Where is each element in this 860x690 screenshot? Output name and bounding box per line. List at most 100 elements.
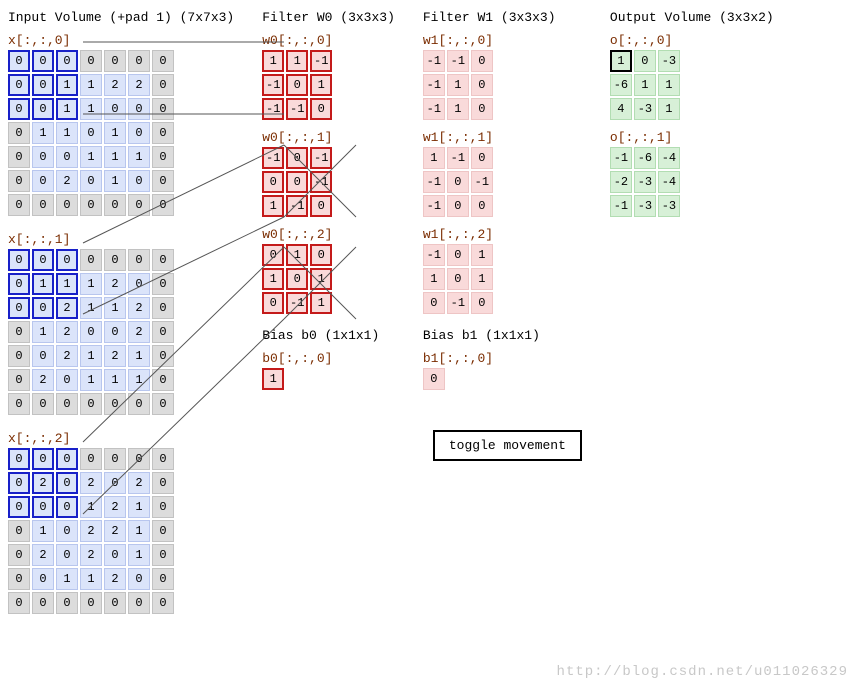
cell: 2 <box>128 74 150 96</box>
cell: 2 <box>56 170 78 192</box>
cell: 1 <box>658 98 680 120</box>
cell: -1 <box>310 147 332 169</box>
cell: 2 <box>56 297 78 319</box>
cell: 0 <box>262 171 284 193</box>
cell: 0 <box>104 50 126 72</box>
cell: -4 <box>658 171 680 193</box>
cell: 1 <box>262 195 284 217</box>
cell: 0 <box>128 122 150 144</box>
cell: 0 <box>128 568 150 590</box>
cell: 2 <box>80 544 102 566</box>
cell: 0 <box>152 249 174 271</box>
grid: -1-6-4-2-3-4-1-3-3 <box>610 147 774 217</box>
cell: 0 <box>8 122 30 144</box>
cell: 1 <box>104 297 126 319</box>
cell: 1 <box>80 98 102 120</box>
cell: 0 <box>104 249 126 271</box>
cell: 1 <box>634 74 656 96</box>
grid: 10-3-6114-31 <box>610 50 774 120</box>
cell: -4 <box>658 147 680 169</box>
cell: -1 <box>262 98 284 120</box>
toggle-movement-button[interactable]: toggle movement <box>433 430 582 461</box>
slice-label: w1[:,:,0] <box>423 33 582 48</box>
slice-label: x[:,:,0] <box>8 33 234 48</box>
cell: 1 <box>128 496 150 518</box>
bias-b0-label: b0[:,:,0] <box>262 351 395 366</box>
cell: 2 <box>56 345 78 367</box>
cell: 0 <box>80 122 102 144</box>
cell: 0 <box>80 321 102 343</box>
cell: 1 <box>128 544 150 566</box>
cell: 1 <box>56 122 78 144</box>
grid: -10-100-11-10 <box>262 147 395 217</box>
cell: 0 <box>128 393 150 415</box>
cell: 0 <box>152 122 174 144</box>
cell: 0 <box>32 249 54 271</box>
cell: 0 <box>286 74 308 96</box>
cell: 0 <box>56 472 78 494</box>
cell: 0 <box>286 268 308 290</box>
cell: 1 <box>286 244 308 266</box>
cell: 1 <box>471 244 493 266</box>
cell: 1 <box>128 369 150 391</box>
cell: 0 <box>152 50 174 72</box>
cell: 1 <box>32 321 54 343</box>
bias-b0-cell: 1 <box>262 368 284 390</box>
bias-b1-grid: 0 <box>423 368 582 390</box>
grid: 0000000011120000211200120020002121002011… <box>8 249 234 415</box>
cell: 1 <box>80 74 102 96</box>
cell: 1 <box>80 496 102 518</box>
cell: 0 <box>8 369 30 391</box>
cell: -1 <box>447 147 469 169</box>
cell: 1 <box>56 74 78 96</box>
cell: 0 <box>104 592 126 614</box>
cell: 0 <box>310 98 332 120</box>
cell: 1 <box>104 146 126 168</box>
cell: 0 <box>471 98 493 120</box>
cell: 2 <box>104 520 126 542</box>
cell: 0 <box>152 592 174 614</box>
cell: 0 <box>152 544 174 566</box>
cell: 2 <box>32 544 54 566</box>
cell: 2 <box>80 520 102 542</box>
cell: -1 <box>447 292 469 314</box>
grid: 1-10-10-1-100 <box>423 147 582 217</box>
cell: 0 <box>8 297 30 319</box>
cell: 0 <box>104 321 126 343</box>
cell: -2 <box>610 171 632 193</box>
cell: 0 <box>32 345 54 367</box>
cell: -1 <box>471 171 493 193</box>
cell: 0 <box>8 520 30 542</box>
cell: 1 <box>32 520 54 542</box>
cell: 1 <box>104 170 126 192</box>
cell: 0 <box>80 50 102 72</box>
cell: 2 <box>56 321 78 343</box>
cell: 0 <box>128 273 150 295</box>
cell: 0 <box>152 520 174 542</box>
cell: 0 <box>152 345 174 367</box>
cell: -1 <box>423 74 445 96</box>
cell: 0 <box>310 195 332 217</box>
w1-title: Filter W1 (3x3x3) <box>423 10 582 25</box>
cell: 1 <box>80 146 102 168</box>
cell: 1 <box>32 122 54 144</box>
cell: 0 <box>104 544 126 566</box>
grid: 11-1-101-1-10 <box>262 50 395 120</box>
cell: 1 <box>56 568 78 590</box>
cell: 0 <box>8 249 30 271</box>
slice-label: w0[:,:,1] <box>262 130 395 145</box>
cell: 0 <box>152 297 174 319</box>
slice-label: w1[:,:,2] <box>423 227 582 242</box>
cell: 1 <box>32 273 54 295</box>
cell: 0 <box>8 194 30 216</box>
w0-title: Filter W0 (3x3x3) <box>262 10 395 25</box>
slice-label: x[:,:,2] <box>8 431 234 446</box>
cell: 0 <box>32 448 54 470</box>
cell: -3 <box>634 195 656 217</box>
cell: 0 <box>447 244 469 266</box>
cell: 0 <box>80 393 102 415</box>
cell: 1 <box>262 268 284 290</box>
cell: 0 <box>128 592 150 614</box>
cell: 0 <box>128 249 150 271</box>
cell: 0 <box>32 170 54 192</box>
